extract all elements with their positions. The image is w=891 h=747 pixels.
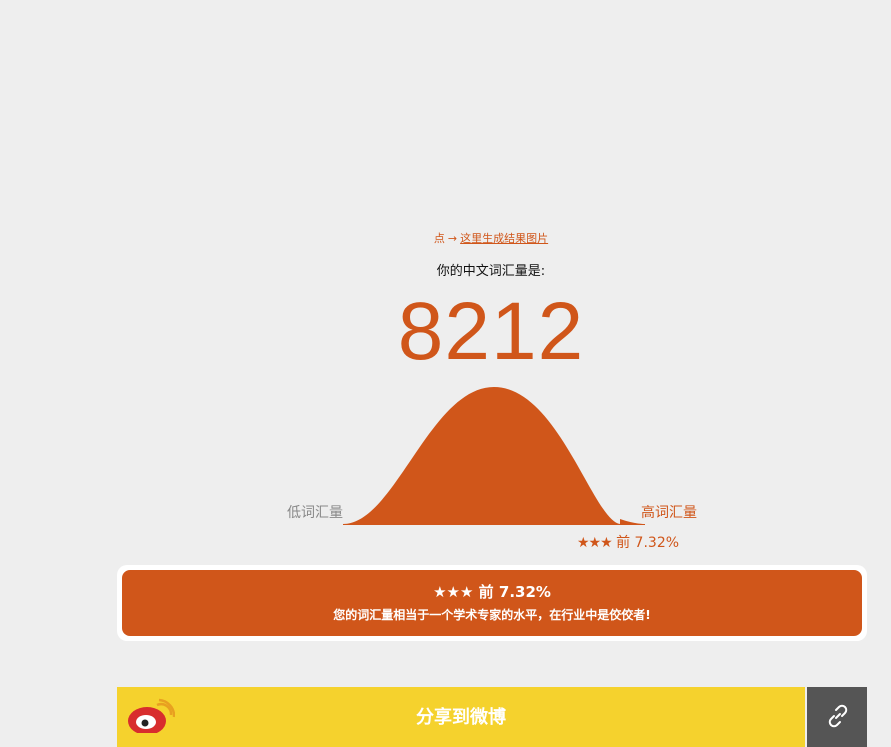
rank-card-title: ★★★ 前 7.32%	[122, 582, 862, 602]
distribution-curve-area	[343, 387, 620, 524]
distribution-curve	[343, 387, 645, 525]
rank-stars-icon: ★★★	[577, 535, 613, 551]
link-icon	[828, 704, 848, 728]
rank-marker: ★★★ 前 7.32%	[577, 532, 679, 552]
share-weibo-button[interactable]: 分享到微博	[117, 687, 805, 747]
share-weibo-label: 分享到微博	[416, 707, 506, 728]
rank-marker-text: 前 7.32%	[616, 535, 680, 551]
copy-link-button[interactable]	[807, 687, 867, 747]
rank-card-stars-icon: ★★★	[433, 583, 474, 601]
rank-card-description: 您的词汇量相当于一个学术专家的水平，在行业中是佼佼者!	[333, 608, 651, 622]
low-vocabulary-label: 低词汇量	[287, 505, 343, 521]
rank-card: ★★★ 前 7.32% 您的词汇量相当于一个学术专家的水平，在行业中是佼佼者!	[117, 565, 867, 641]
rank-card-percent: 前 7.32%	[478, 583, 551, 601]
rank-card-body: ★★★ 前 7.32% 您的词汇量相当于一个学术专家的水平，在行业中是佼佼者!	[122, 570, 862, 636]
high-vocabulary-label: 高词汇量	[641, 505, 697, 521]
